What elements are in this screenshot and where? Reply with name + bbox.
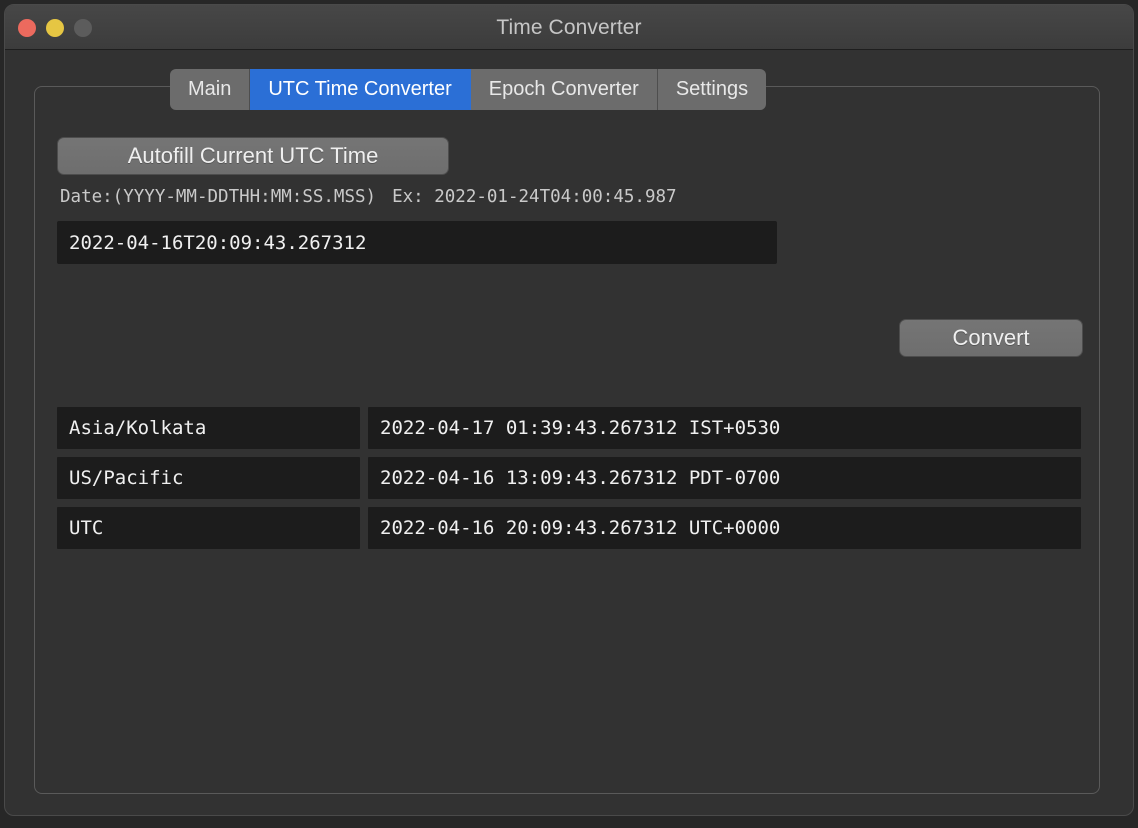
autofill-current-utc-time-button[interactable]: Autofill Current UTC Time bbox=[57, 137, 449, 175]
table-row: US/Pacific 2022-04-16 13:09:43.267312 PD… bbox=[57, 457, 1081, 499]
conversion-results-table: Asia/Kolkata 2022-04-17 01:39:43.267312 … bbox=[57, 407, 1081, 557]
convert-button[interactable]: Convert bbox=[899, 319, 1083, 357]
timezone-name: US/Pacific bbox=[57, 457, 360, 499]
table-row: UTC 2022-04-16 20:09:43.267312 UTC+0000 bbox=[57, 507, 1081, 549]
tab-settings[interactable]: Settings bbox=[658, 69, 766, 110]
utc-datetime-input[interactable] bbox=[57, 221, 777, 264]
title-bar: Time Converter bbox=[5, 5, 1133, 50]
tab-bar: Main UTC Time Converter Epoch Converter … bbox=[170, 69, 766, 110]
date-example-label: Ex: 2022-01-24T04:00:45.987 bbox=[392, 187, 676, 207]
converted-time: 2022-04-17 01:39:43.267312 IST+0530 bbox=[368, 407, 1081, 449]
app-window: Time Converter Main UTC Time Converter E… bbox=[4, 4, 1134, 816]
date-format-hint: Date:(YYYY-MM-DDTHH:MM:SS.MSS) Ex: 2022-0… bbox=[60, 187, 677, 207]
converted-time: 2022-04-16 20:09:43.267312 UTC+0000 bbox=[368, 507, 1081, 549]
tab-main[interactable]: Main bbox=[170, 69, 250, 110]
table-row: Asia/Kolkata 2022-04-17 01:39:43.267312 … bbox=[57, 407, 1081, 449]
content-panel: Autofill Current UTC Time Date:(YYYY-MM-… bbox=[34, 86, 1100, 794]
converted-time: 2022-04-16 13:09:43.267312 PDT-0700 bbox=[368, 457, 1081, 499]
timezone-name: Asia/Kolkata bbox=[57, 407, 360, 449]
date-format-label: Date:(YYYY-MM-DDTHH:MM:SS.MSS) bbox=[60, 187, 376, 207]
tab-epoch-converter[interactable]: Epoch Converter bbox=[471, 69, 658, 110]
timezone-name: UTC bbox=[57, 507, 360, 549]
tab-utc-time-converter[interactable]: UTC Time Converter bbox=[250, 69, 470, 110]
window-title: Time Converter bbox=[5, 5, 1133, 50]
